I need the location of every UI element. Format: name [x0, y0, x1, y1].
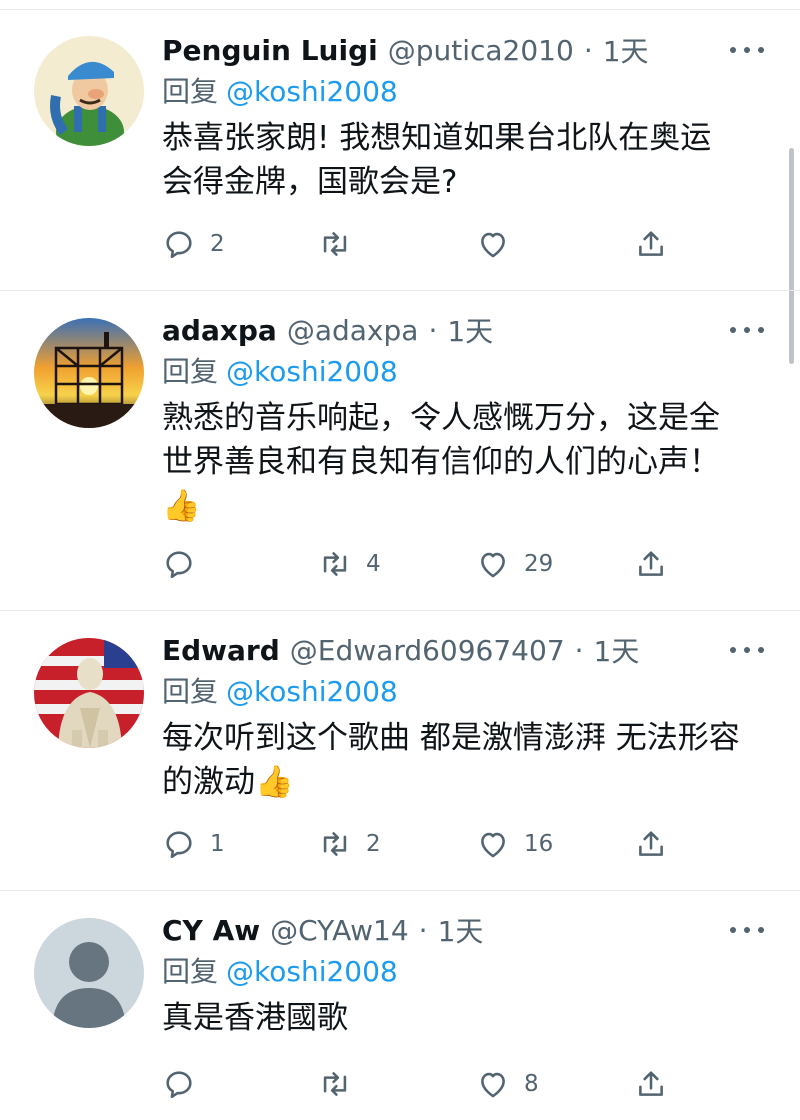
share-button[interactable] — [634, 824, 668, 864]
like-button[interactable]: 8 — [476, 1064, 539, 1104]
like-count: 8 — [524, 1071, 539, 1097]
retweet-button[interactable] — [318, 1064, 366, 1104]
reply-label: 回复 — [162, 75, 219, 108]
action-bar: 1 2 16 — [162, 824, 682, 864]
reply-icon — [166, 831, 192, 859]
replying-to: 回复 @koshi2008 — [162, 70, 762, 114]
separator-dot: · — [418, 913, 428, 947]
tweet-divider — [0, 610, 800, 611]
timestamp[interactable]: 1天 — [603, 30, 649, 70]
action-bar: 4 29 — [162, 544, 682, 584]
top-divider — [0, 9, 800, 10]
avatar[interactable] — [34, 918, 144, 1028]
more-icon[interactable] — [730, 920, 764, 940]
default-profile-avatar-icon — [34, 918, 144, 1028]
sunset-scaffold-avatar-icon — [34, 318, 144, 428]
reply-button[interactable] — [162, 1064, 210, 1104]
reply-icon — [166, 551, 192, 579]
replying-to: 回复 @koshi2008 — [162, 670, 762, 714]
retweet-button[interactable] — [318, 224, 366, 264]
like-button[interactable]: 29 — [476, 544, 553, 584]
display-name[interactable]: adaxpa — [162, 314, 277, 347]
display-name[interactable]: Penguin Luigi — [162, 34, 378, 67]
avatar[interactable] — [34, 318, 144, 428]
like-count: 29 — [524, 551, 554, 577]
timestamp[interactable]: 1天 — [447, 310, 493, 350]
tweet-header: CY Aw @CYAw14 · 1天 — [162, 910, 762, 950]
display-name[interactable]: CY Aw — [162, 914, 260, 947]
tweet-header: Penguin Luigi @putica2010 · 1天 — [162, 30, 762, 70]
like-button[interactable] — [476, 224, 524, 264]
like-icon — [481, 832, 505, 858]
retweet-icon — [323, 232, 347, 256]
more-icon[interactable] — [730, 320, 764, 340]
replying-to: 回复 @koshi2008 — [162, 950, 762, 994]
user-handle[interactable]: @putica2010 — [388, 34, 574, 67]
reply-label: 回复 — [162, 355, 219, 388]
more-icon[interactable] — [730, 40, 764, 60]
reply-button[interactable] — [162, 544, 210, 584]
mention-link[interactable]: @koshi2008 — [226, 675, 398, 708]
retweet-icon — [323, 1072, 347, 1096]
reply-label: 回复 — [162, 675, 219, 708]
replying-to: 回复 @koshi2008 — [162, 350, 762, 394]
reply-count: 2 — [210, 231, 225, 257]
reply-button[interactable]: 2 — [162, 224, 225, 264]
reply-icon — [166, 1071, 192, 1099]
separator-dot: · — [583, 33, 593, 67]
user-handle[interactable]: @CYAw14 — [270, 914, 409, 947]
action-bar: 2 — [162, 224, 682, 264]
user-handle[interactable]: @adaxpa — [287, 314, 419, 347]
avatar[interactable] — [34, 638, 144, 748]
share-button[interactable] — [634, 544, 668, 584]
like-count: 16 — [524, 831, 554, 857]
separator-dot: · — [574, 633, 584, 667]
scrollbar[interactable] — [789, 148, 794, 364]
action-bar: 8 — [162, 1064, 682, 1104]
retweet-count: 4 — [366, 551, 381, 577]
retweet-button[interactable]: 4 — [318, 544, 381, 584]
share-button[interactable] — [634, 1064, 668, 1104]
tweet-divider — [0, 290, 800, 291]
reply-count: 1 — [210, 831, 225, 857]
mention-link[interactable]: @koshi2008 — [226, 355, 398, 388]
share-icon — [639, 831, 663, 856]
like-icon — [481, 232, 505, 258]
share-icon — [639, 1071, 663, 1096]
retweet-button[interactable]: 2 — [318, 824, 381, 864]
share-button[interactable] — [634, 224, 668, 264]
separator-dot: · — [428, 313, 438, 347]
more-icon[interactable] — [730, 640, 764, 660]
share-icon — [639, 231, 663, 256]
tweet-header: adaxpa @adaxpa · 1天 — [162, 310, 762, 350]
tweet-divider — [0, 890, 800, 891]
timestamp[interactable]: 1天 — [594, 630, 640, 670]
reply-icon — [166, 231, 192, 259]
avatar[interactable] — [34, 36, 144, 146]
tweet-text: 真是香港國歌 — [162, 1000, 348, 1036]
mention-link[interactable]: @koshi2008 — [226, 75, 398, 108]
like-icon — [481, 552, 505, 578]
tweet-header: Edward @Edward60967407 · 1天 — [162, 630, 762, 670]
user-handle[interactable]: @Edward60967407 — [290, 634, 565, 667]
retweet-icon — [323, 832, 347, 856]
tweet-text: 熟悉的音乐响起，令人感慨万分，这是全 世界善良和有良知有信仰的人们的心声！ 👍 — [162, 400, 720, 524]
reply-label: 回复 — [162, 955, 219, 988]
cartoon-plumber-avatar-icon — [34, 36, 144, 146]
reply-button[interactable]: 1 — [162, 824, 225, 864]
retweet-count: 2 — [366, 831, 381, 857]
timestamp[interactable]: 1天 — [438, 910, 484, 950]
tweet-text: 每次听到这个歌曲 都是激情澎湃 无法形容 的激动👍 — [162, 720, 740, 800]
display-name[interactable]: Edward — [162, 634, 280, 667]
mention-link[interactable]: @koshi2008 — [226, 955, 398, 988]
like-button[interactable]: 16 — [476, 824, 553, 864]
tweet-text: 恭喜张家朗! 我想知道如果台北队在奥运 会得金牌，国歌会是? — [162, 120, 712, 200]
statue-flag-avatar-icon — [34, 638, 144, 748]
retweet-icon — [323, 552, 347, 576]
like-icon — [481, 1072, 505, 1098]
share-icon — [639, 551, 663, 576]
